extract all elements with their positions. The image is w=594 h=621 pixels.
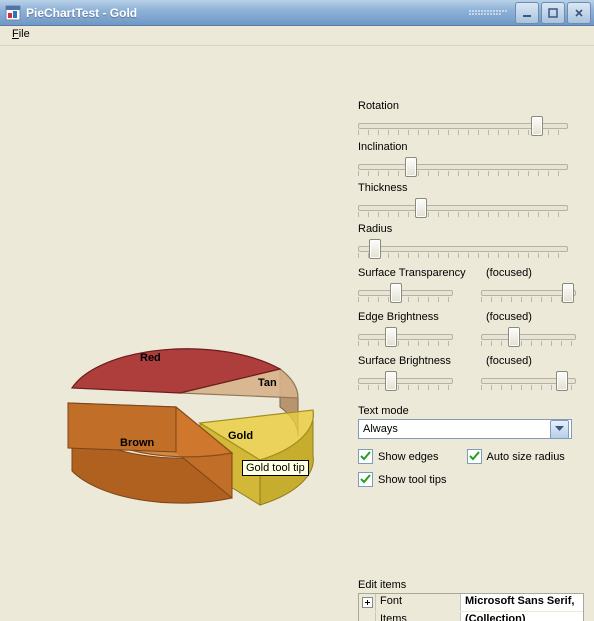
edge-brightness-label: Edge Brightness: [358, 311, 439, 323]
surf-brightness-focused-label: (focused): [486, 355, 532, 367]
slice-label-red: Red: [140, 352, 161, 364]
property-row-font[interactable]: Font Microsoft Sans Serif,: [359, 594, 583, 612]
thickness-label: Thickness: [358, 182, 580, 194]
surf-brightness-label: Surface Brightness: [358, 355, 451, 367]
thickness-slider[interactable]: [358, 196, 568, 220]
show-edges-checkbox[interactable]: Show edges: [358, 449, 439, 464]
controls-panel: Rotation Inclination Thickness Radius: [358, 100, 580, 495]
menu-file[interactable]: File: [6, 26, 36, 42]
textmode-combo[interactable]: Always: [358, 419, 572, 439]
minimize-button[interactable]: [515, 2, 539, 24]
checkbox-icon: [358, 449, 373, 464]
auto-radius-label: Auto size radius: [487, 451, 565, 463]
property-value[interactable]: Microsoft Sans Serif,: [461, 594, 583, 611]
surf-brightness-focused-slider[interactable]: [481, 369, 576, 393]
rotation-slider[interactable]: [358, 114, 568, 138]
close-button[interactable]: [567, 2, 591, 24]
expand-icon[interactable]: [362, 597, 373, 608]
inclination-label: Inclination: [358, 141, 580, 153]
edge-brightness-slider[interactable]: [358, 325, 453, 349]
auto-radius-checkbox[interactable]: Auto size radius: [467, 449, 565, 464]
textmode-label: Text mode: [358, 405, 580, 417]
chevron-down-icon[interactable]: [550, 420, 569, 439]
maximize-button[interactable]: [541, 2, 565, 24]
inclination-slider[interactable]: [358, 155, 568, 179]
property-row-items[interactable]: Items (Collection): [359, 612, 583, 621]
show-tooltips-label: Show tool tips: [378, 474, 446, 486]
checkbox-icon: [358, 472, 373, 487]
property-name: Items: [376, 612, 461, 621]
property-grid-section: Edit items Font Microsoft Sans Serif, It…: [358, 579, 584, 621]
surf-brightness-slider[interactable]: [358, 369, 453, 393]
app-icon: [5, 5, 21, 21]
radius-label: Radius: [358, 223, 580, 235]
edge-brightness-focused-slider[interactable]: [481, 325, 576, 349]
slice-label-tan: Tan: [258, 377, 277, 389]
window-title: PieChartTest - Gold: [26, 6, 469, 20]
pie-chart[interactable]: Red Tan Gold Brown: [10, 276, 350, 556]
show-tooltips-checkbox[interactable]: Show tool tips: [358, 472, 446, 487]
slice-label-gold: Gold: [228, 430, 253, 442]
menu-file-rest: ile: [19, 28, 30, 40]
property-grid[interactable]: Font Microsoft Sans Serif, Items (Collec…: [358, 593, 584, 621]
slice-label-brown: Brown: [120, 437, 155, 449]
titlebar-grip: [469, 4, 509, 22]
surf-transparency-focused-label: (focused): [486, 267, 532, 279]
checkbox-icon: [467, 449, 482, 464]
tooltip-gold: Gold tool tip: [242, 460, 309, 476]
menu-bar: File: [0, 26, 594, 46]
property-name: Font: [376, 594, 461, 611]
show-edges-label: Show edges: [378, 451, 439, 463]
client-area: Red Tan Gold Brown Gold tool tip Rotatio…: [0, 46, 594, 621]
surf-transparency-focused-slider[interactable]: [481, 281, 576, 305]
edge-brightness-focused-label: (focused): [486, 311, 532, 323]
property-grid-header: Edit items: [358, 579, 584, 591]
rotation-label: Rotation: [358, 100, 580, 112]
radius-slider[interactable]: [358, 237, 568, 261]
surf-transparency-slider[interactable]: [358, 281, 453, 305]
property-value[interactable]: (Collection): [461, 612, 583, 621]
textmode-value: Always: [361, 423, 550, 435]
surf-transparency-label: Surface Transparency: [358, 267, 466, 279]
titlebar[interactable]: PieChartTest - Gold: [0, 0, 594, 26]
